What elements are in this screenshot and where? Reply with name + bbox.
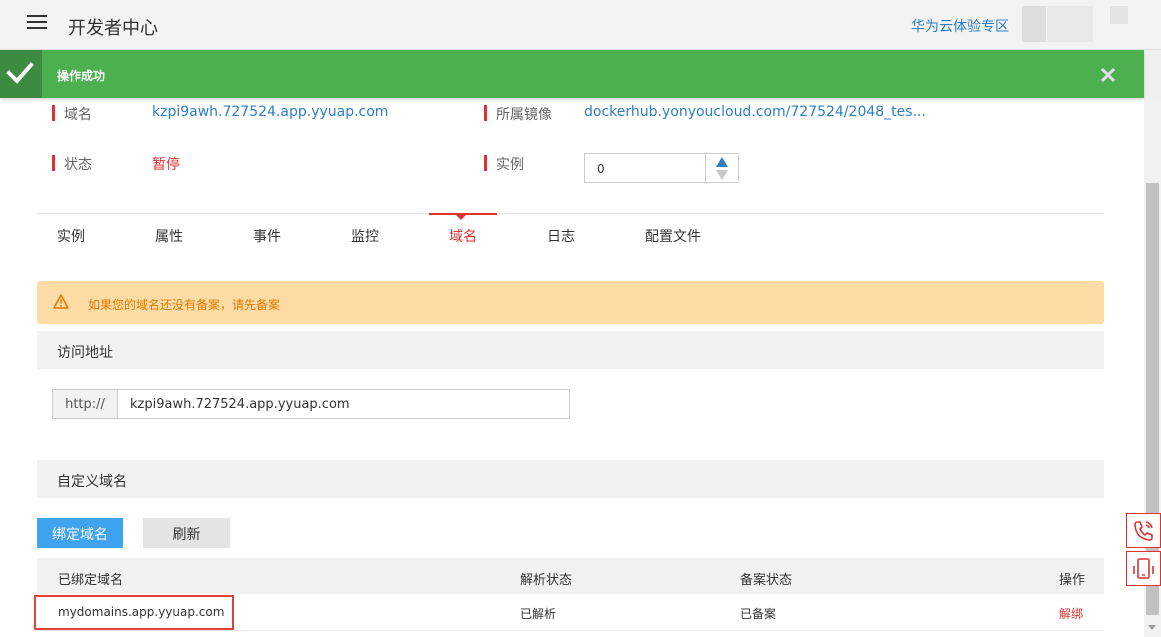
image-value[interactable]: dockerhub.yonyoucloud.com/727524/2048_te… (584, 104, 926, 120)
domain-label: 域名 (52, 104, 92, 124)
tab-domain[interactable]: 域名 (449, 226, 477, 246)
tab-events[interactable]: 事件 (253, 226, 281, 246)
refresh-button[interactable]: 刷新 (143, 518, 230, 548)
success-toast: 操作成功 (0, 50, 1144, 98)
access-address-field[interactable]: kzpi9awh.727524.app.yyuap.com (117, 389, 570, 419)
tabs-divider (37, 213, 1104, 214)
check-icon (6, 62, 34, 84)
cloud-zone-link[interactable]: 华为云体验专区 (911, 16, 1009, 36)
tab-properties[interactable]: 属性 (155, 226, 183, 246)
unbind-link[interactable]: 解绑 (1059, 605, 1083, 622)
stepper-up-icon[interactable] (716, 157, 728, 167)
resolve-status-cell: 已解析 (520, 607, 557, 621)
tab-config-files[interactable]: 配置文件 (645, 226, 701, 246)
url-prefix: http:// (52, 389, 118, 419)
user-name[interactable] (1047, 6, 1093, 42)
user-avatar[interactable] (1022, 6, 1046, 42)
phone-icon (1134, 521, 1153, 541)
toast-check-box (0, 50, 42, 98)
status-label: 状态 (52, 154, 92, 174)
mobile-icon (1133, 558, 1154, 579)
active-tab-caret (456, 215, 466, 220)
access-address-title: 访问地址 (57, 345, 113, 361)
column-record-status: 备案状态 (740, 573, 793, 588)
scroll-down-icon[interactable] (1148, 625, 1156, 630)
custom-domain-title: 自定义域名 (57, 474, 127, 490)
instance-count-input[interactable]: 0 (584, 153, 706, 183)
bind-domain-button[interactable]: 绑定域名 (37, 518, 123, 548)
column-action: 操作 (1059, 573, 1086, 588)
warning-icon (53, 294, 69, 309)
domain-table-header: 已绑定域名 解析状态 备案状态 操作 (37, 558, 1104, 594)
stepper-down-icon[interactable] (716, 170, 728, 180)
tab-logs[interactable]: 日志 (547, 226, 575, 246)
main-content: 域名 kzpi9awh.727524.app.yyuap.com 所属镜像 do… (0, 50, 1144, 637)
instance-label: 实例 (484, 154, 524, 174)
highlight-annotation (34, 595, 234, 630)
mobile-app-button[interactable] (1126, 551, 1161, 586)
instance-stepper[interactable] (705, 153, 739, 183)
top-bar: 开发者中心 华为云体验专区 (0, 0, 1161, 50)
warning-banner: 如果您的域名还没有备案，请先备案 (37, 281, 1104, 324)
access-address-header: 访问地址 (37, 331, 1104, 369)
image-label: 所属镜像 (484, 104, 552, 124)
close-icon[interactable] (1100, 67, 1116, 83)
tab-instances[interactable]: 实例 (57, 226, 85, 246)
toast-message: 操作成功 (57, 69, 106, 83)
custom-domain-header: 自定义域名 (37, 460, 1104, 498)
phone-support-button[interactable] (1126, 513, 1161, 548)
column-bound-domain: 已绑定域名 (58, 573, 124, 588)
status-value: 暂停 (152, 157, 180, 173)
column-resolve-status: 解析状态 (520, 573, 573, 588)
menu-icon[interactable] (27, 15, 47, 31)
warning-text: 如果您的域名还没有备案，请先备案 (88, 298, 281, 312)
domain-value[interactable]: kzpi9awh.727524.app.yyuap.com (152, 104, 388, 120)
user-menu[interactable] (1110, 6, 1128, 24)
tab-monitoring[interactable]: 监控 (351, 226, 379, 246)
app-title: 开发者中心 (68, 18, 158, 39)
record-status-cell: 已备案 (740, 607, 777, 621)
